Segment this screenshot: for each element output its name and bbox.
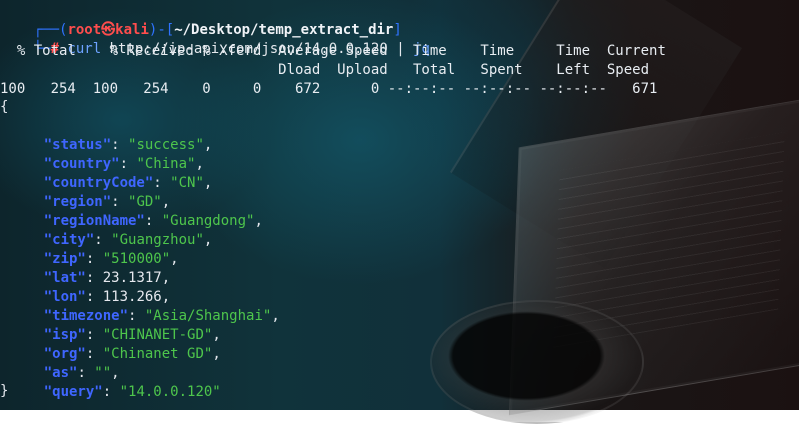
prompt-top-line: ┌──(root㉿kali)-[~/Desktop/temp_extract_d…	[0, 3, 402, 38]
json-row: "timezone": "Asia/Shanghai",	[43, 308, 280, 324]
json-comma: ,	[203, 232, 213, 248]
json-row: "city": "Guangzhou",	[43, 232, 213, 248]
json-row: "region": "GD",	[43, 194, 171, 210]
json-comma: ,	[212, 346, 221, 362]
json-value: "CN"	[170, 175, 204, 191]
json-row: "country": "China",	[43, 156, 204, 172]
json-row: "countryCode": "CN",	[43, 175, 213, 191]
json-comma: ,	[271, 308, 280, 324]
json-row: "as": "",	[43, 365, 120, 381]
json-value: "14.0.0.120"	[119, 384, 221, 400]
json-key: "query"	[43, 384, 103, 400]
json-comma: ,	[203, 137, 213, 153]
curl-header-row-2: Dload Upload Total Spent Left Speed	[0, 62, 650, 78]
json-row: "query": "14.0.0.120"	[43, 384, 221, 400]
json-row: "lat": 23.1317,	[43, 270, 171, 286]
json-row: "zip": "510000",	[43, 251, 179, 267]
json-comma: ,	[254, 213, 263, 229]
terminal-window[interactable]: ┌──(root㉿kali)-[~/Desktop/temp_extract_d…	[0, 0, 799, 410]
curl-progress-row: 100 254 100 254 0 0 672 0 --:--:-- --:--…	[0, 81, 658, 97]
json-row: "regionName": "Guangdong",	[43, 213, 263, 229]
json-comma: ,	[203, 175, 213, 191]
json-open-brace: {	[0, 99, 9, 115]
json-row: "lon": 113.266,	[43, 289, 171, 305]
curl-header-row-1: % Total % Received % Xferd Average Speed…	[0, 43, 666, 59]
json-row: "isp": "CHINANET-GD",	[43, 327, 221, 343]
json-close-brace: }	[0, 383, 9, 399]
prompt-command-line[interactable]: └─# curl http://ip-api.com/json/14.0.0.1…	[0, 22, 430, 57]
json-row: "org": "Chinanet GD",	[43, 346, 221, 362]
json-row: "status": "success",	[43, 137, 213, 153]
json-comma: ,	[170, 251, 179, 267]
